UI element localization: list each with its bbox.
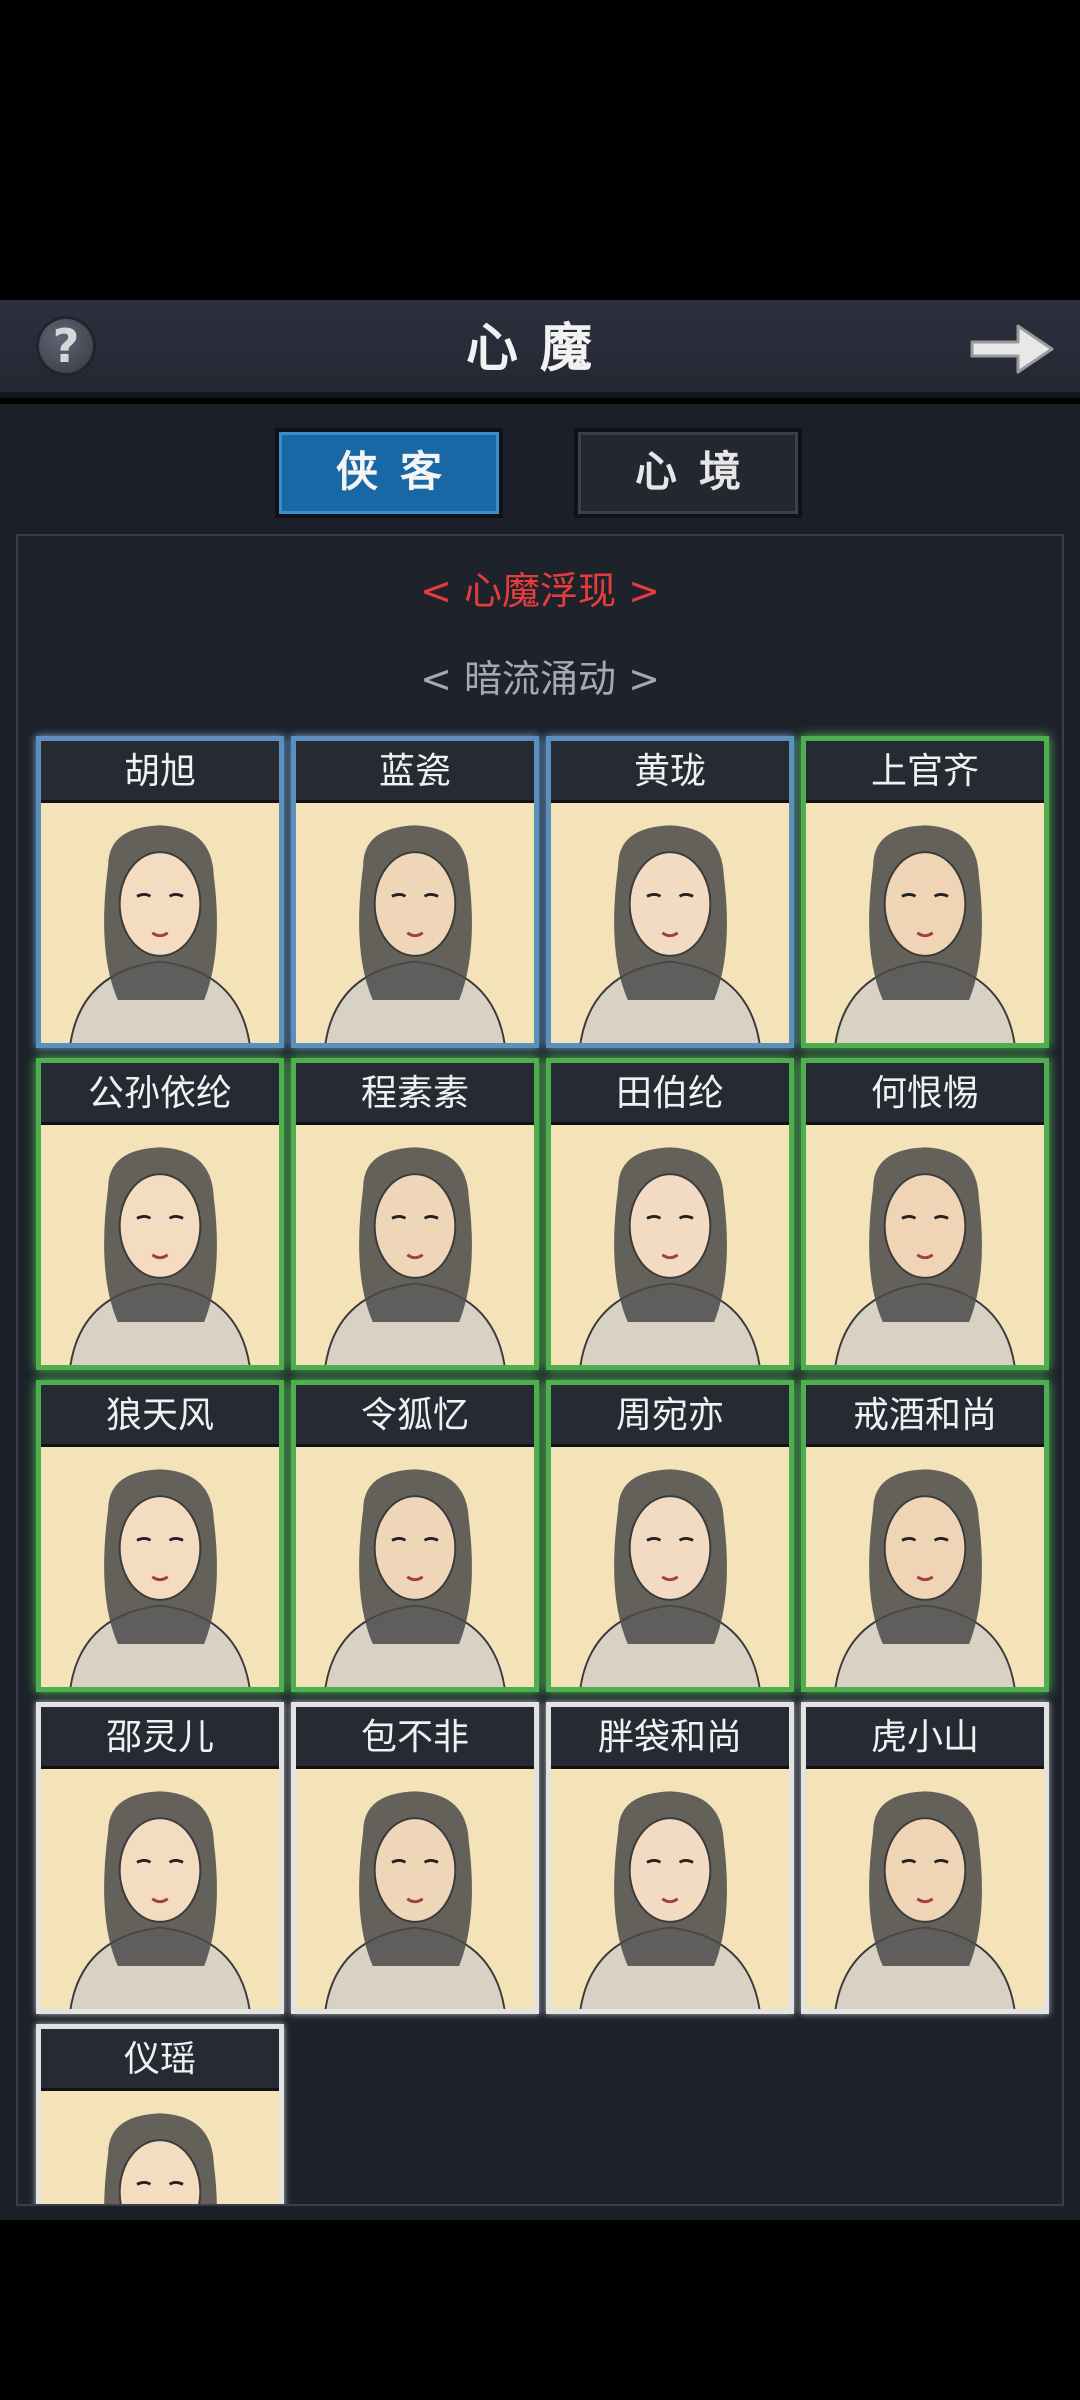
character-portrait bbox=[834, 1147, 1016, 1365]
character-portrait bbox=[579, 1791, 761, 2009]
character-card[interactable]: 虎小山 bbox=[801, 1702, 1049, 2014]
character-card[interactable]: 令狐忆 bbox=[291, 1380, 539, 1692]
character-card[interactable]: 仪瑶 bbox=[36, 2024, 284, 2204]
character-name: 程素素 bbox=[296, 1063, 534, 1125]
character-name: 狼天风 bbox=[41, 1385, 279, 1447]
character-name: 周宛亦 bbox=[551, 1385, 789, 1447]
tab-xinjing[interactable]: 心境 bbox=[574, 428, 802, 518]
character-card[interactable]: 胡旭 bbox=[36, 736, 284, 1048]
character-name: 胡旭 bbox=[41, 741, 279, 803]
character-portrait bbox=[104, 2113, 217, 2204]
character-card[interactable]: 邵灵儿 bbox=[36, 1702, 284, 2014]
character-card[interactable]: 何恨惕 bbox=[801, 1058, 1049, 1370]
main-area: 侠客 心境 < 心魔浮现 > < 暗流涌动 > 胡旭 蓝瓷 黄珑 上官齐公孙依纶 程素素… bbox=[0, 404, 1080, 2220]
character-name: 令狐忆 bbox=[296, 1385, 534, 1447]
next-button[interactable] bbox=[966, 318, 1056, 380]
character-card[interactable]: 包不非 bbox=[291, 1702, 539, 2014]
section-title-emerged: < 心魔浮现 > bbox=[420, 569, 660, 613]
character-name: 虎小山 bbox=[806, 1707, 1044, 1769]
character-portrait bbox=[324, 825, 506, 1043]
page-title: 心魔 bbox=[465, 318, 614, 379]
character-portrait bbox=[834, 825, 1016, 1043]
character-portrait bbox=[69, 1469, 251, 1687]
character-portrait bbox=[579, 1147, 761, 1365]
question-icon: ? bbox=[52, 319, 80, 373]
character-name: 上官齐 bbox=[806, 741, 1044, 803]
character-portrait bbox=[579, 825, 761, 1043]
header-bar: 心魔 ? bbox=[0, 300, 1080, 398]
character-name: 田伯纶 bbox=[551, 1063, 789, 1125]
character-card[interactable]: 黄珑 bbox=[546, 736, 794, 1048]
character-card[interactable]: 狼天风 bbox=[36, 1380, 284, 1692]
character-card[interactable]: 蓝瓷 bbox=[291, 736, 539, 1048]
character-card[interactable]: 公孙依纶 bbox=[36, 1058, 284, 1370]
character-name: 蓝瓷 bbox=[296, 741, 534, 803]
character-name: 包不非 bbox=[296, 1707, 534, 1769]
character-card[interactable]: 周宛亦 bbox=[546, 1380, 794, 1692]
character-name: 胖袋和尚 bbox=[551, 1707, 789, 1769]
character-portrait bbox=[69, 825, 251, 1043]
character-portrait bbox=[834, 1791, 1016, 2009]
character-panel[interactable]: < 心魔浮现 > < 暗流涌动 > 胡旭 蓝瓷 黄珑 上官齐公孙依纶 程素素 田伯纶 何恨惕… bbox=[16, 534, 1064, 2206]
character-portrait bbox=[69, 1791, 251, 2009]
character-portrait bbox=[579, 1469, 761, 1687]
character-portrait bbox=[324, 1147, 506, 1365]
help-button[interactable]: ? bbox=[36, 316, 96, 376]
character-card[interactable]: 上官齐 bbox=[801, 736, 1049, 1048]
character-card[interactable]: 戒酒和尚 bbox=[801, 1380, 1049, 1692]
character-portrait bbox=[324, 1469, 506, 1687]
arrow-right-icon bbox=[970, 324, 1054, 374]
character-portrait bbox=[834, 1469, 1016, 1687]
character-name: 戒酒和尚 bbox=[806, 1385, 1044, 1447]
character-portrait bbox=[69, 1147, 251, 1365]
character-name: 何恨惕 bbox=[806, 1063, 1044, 1125]
section-title-undercurrent: < 暗流涌动 > bbox=[420, 657, 660, 701]
character-card[interactable]: 程素素 bbox=[291, 1058, 539, 1370]
character-name: 仪瑶 bbox=[41, 2029, 279, 2091]
character-name: 黄珑 bbox=[551, 741, 789, 803]
status-bar-area bbox=[0, 0, 1080, 300]
character-name: 公孙依纶 bbox=[41, 1063, 279, 1125]
character-portrait bbox=[324, 1791, 506, 2009]
character-card[interactable]: 田伯纶 bbox=[546, 1058, 794, 1370]
character-card[interactable]: 胖袋和尚 bbox=[546, 1702, 794, 2014]
tab-xiake[interactable]: 侠客 bbox=[275, 428, 503, 518]
character-name: 邵灵儿 bbox=[41, 1707, 279, 1769]
